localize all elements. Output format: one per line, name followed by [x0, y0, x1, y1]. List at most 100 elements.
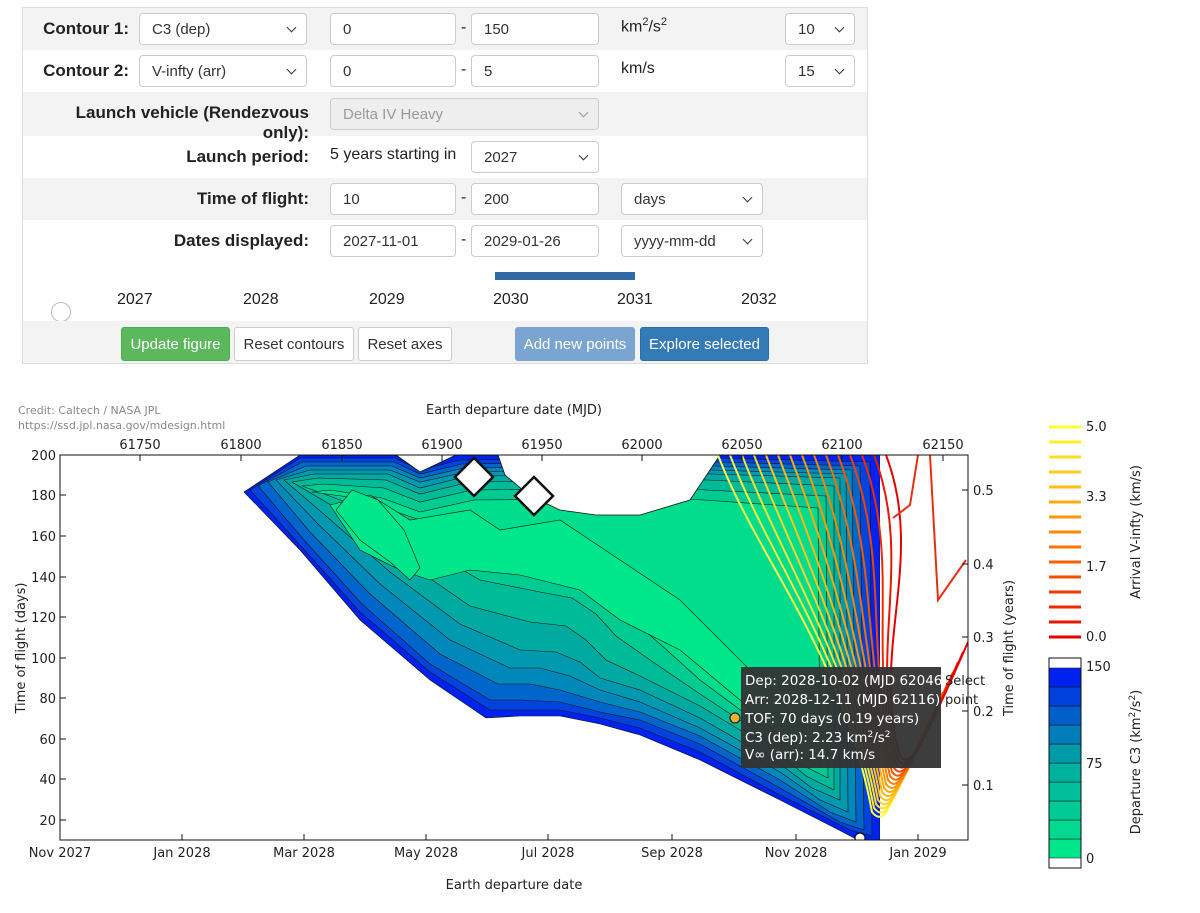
vinf-contour-lines — [717, 455, 968, 818]
tooltip-c3: C3 (dep): 2.23 km2/s2 — [745, 730, 891, 746]
right-tick-label: 0.4 — [973, 558, 994, 573]
explore-selected-button[interactable]: Explore selected — [640, 327, 769, 361]
end-date-input[interactable]: 2029-01-26 — [471, 225, 599, 257]
range-dash: - — [461, 61, 467, 78]
tooltip-tof: TOF: 70 days (0.19 years) — [744, 711, 919, 727]
c3-colorbar-step — [1048, 667, 1082, 688]
update-figure-button[interactable]: Update figure — [121, 327, 230, 361]
vinf-contour-line — [813, 455, 939, 785]
vinf-tick-label: 5.0 — [1086, 420, 1107, 435]
contour2-levels-select[interactable]: 15 — [785, 55, 855, 87]
tooltip-dep: Dep: 2028-10-02 (MJD 62046) — [745, 673, 948, 689]
slider-handle[interactable] — [51, 302, 71, 322]
top-tick-label: 61750 — [119, 438, 160, 453]
slider-year-label: 2030 — [493, 291, 529, 308]
left-tick-label: 160 — [31, 530, 56, 545]
vinf-contour-line — [885, 455, 968, 761]
vinf-contour-line — [765, 455, 919, 802]
c3-contour-layer — [291, 477, 835, 791]
vinf-contour-line — [892, 455, 967, 603]
time-of-flight-row: Time of flight: 10 - 200 days — [23, 178, 867, 220]
left-tick-label: 60 — [39, 733, 56, 748]
left-tick-label: 180 — [31, 489, 56, 504]
contour1-row: Contour 1: C3 (dep) 0 - 150 km2/s2 10 — [23, 8, 867, 50]
launch-period-label: Launch period: — [186, 147, 309, 166]
left-axis-ticks: 200 180 160 140 120 100 80 60 40 20 — [31, 449, 56, 829]
contour2-select[interactable]: V-infty (arr) — [139, 55, 307, 87]
vinf-contour-line — [861, 455, 959, 769]
vinf-contour-line — [789, 455, 929, 793]
launch-period-year-select[interactable]: 2027 — [471, 141, 599, 173]
date-format-select[interactable]: yyyy-mm-dd — [621, 225, 763, 257]
vinf-contour-line — [753, 455, 914, 806]
selected-point-marker[interactable] — [729, 712, 741, 724]
infeasible-region — [497, 455, 721, 516]
c3-colorbar-step — [1048, 819, 1082, 840]
tof-unit-select[interactable]: days — [621, 183, 763, 215]
left-tick-marks — [60, 454, 66, 821]
tof-max-input[interactable]: 200 — [471, 183, 599, 215]
vinf-contour-line — [729, 455, 904, 814]
c3-contour-layer — [329, 494, 811, 746]
c3-colorbar-step — [1048, 705, 1082, 726]
infeasible-region — [880, 455, 968, 840]
contour-area — [243, 455, 968, 843]
bottom-tick-label: Jan 2029 — [888, 846, 946, 861]
contour1-min-input[interactable]: 0 — [330, 13, 456, 45]
diamond-marker[interactable] — [513, 475, 555, 517]
range-dash: - — [461, 189, 467, 206]
contour2-max-input[interactable]: 5 — [471, 55, 599, 87]
launch-vehicle-row: Launch vehicle (Rendezvous only): Delta … — [23, 92, 867, 142]
top-tick-label: 61850 — [321, 438, 362, 453]
bottom-axis-ticks: Nov 2027 Jan 2028 Mar 2028 May 2028 Jul … — [29, 846, 947, 861]
contour1-select[interactable]: C3 (dep) — [139, 13, 307, 45]
tooltip-vinf: V∞ (arr): 14.7 km/s — [745, 747, 875, 763]
right-axis-title: Time of flight (years) — [1002, 580, 1017, 717]
tof-min-input[interactable]: 10 — [330, 183, 456, 215]
contour2-label: Contour 2: — [43, 61, 129, 80]
vinf-contour-line — [801, 455, 934, 789]
vinf-colorbar — [1049, 425, 1081, 639]
contour2-min-input[interactable]: 0 — [330, 55, 456, 87]
left-tick-label: 140 — [31, 571, 56, 586]
c3-contour-layer — [257, 461, 865, 831]
vinf-contour-line — [777, 455, 924, 797]
slider-year-label: 2032 — [741, 291, 777, 308]
c3-colorbar-step — [1048, 800, 1082, 821]
c3-colorbar-frame — [1048, 657, 1082, 869]
bottom-tick-label: Nov 2027 — [29, 846, 92, 861]
contour2-row: Contour 2: V-infty (arr) 0 - 5 km/s 15 — [23, 50, 867, 92]
c3-contour-layer — [301, 483, 829, 779]
vinf-contour-line — [741, 455, 909, 810]
launch-vehicle-select[interactable]: Delta IV Heavy — [330, 98, 599, 130]
point-marker[interactable] — [854, 832, 866, 843]
c3-colorbar-step — [1049, 658, 1081, 668]
slider-selection-bar[interactable] — [495, 272, 635, 280]
top-tick-label: 62050 — [721, 438, 762, 453]
infeasible-region — [395, 455, 457, 473]
select-point-label: Select — [945, 674, 985, 689]
reset-contours-button[interactable]: Reset contours — [234, 327, 354, 361]
reset-axes-button[interactable]: Reset axes — [358, 327, 452, 361]
add-new-points-button[interactable]: Add new points — [515, 327, 635, 361]
bottom-tick-label: Sep 2028 — [641, 846, 703, 861]
vinf-tick-label: 3.3 — [1086, 490, 1107, 505]
vinf-colorbar-ticks: 5.0 3.3 1.7 0.0 — [1086, 420, 1107, 645]
top-axis-ticks: 61750 61800 61850 61900 61950 62000 6205… — [119, 438, 963, 453]
diamond-marker[interactable] — [453, 456, 495, 498]
c3-tick-label: 150 — [1086, 660, 1111, 675]
slider-year-label: 2031 — [617, 291, 653, 308]
left-tick-label: 200 — [31, 449, 56, 464]
contour1-levels-select[interactable]: 10 — [785, 13, 855, 45]
c3-colorbar-step — [1048, 686, 1082, 707]
launch-period-row: Launch period: 5 years starting in 2027 — [23, 136, 867, 178]
top-axis-title: Earth departure date (MJD) — [426, 403, 602, 418]
c3-colorbar-step — [1048, 724, 1082, 745]
vinf-contour-line — [717, 455, 899, 818]
vinf-contour-line — [849, 455, 954, 773]
c3-contour-layer — [267, 465, 857, 823]
contour1-label: Contour 1: — [43, 19, 129, 38]
start-date-input[interactable]: 2027-11-01 — [330, 225, 456, 257]
contour1-max-input[interactable]: 150 — [471, 13, 599, 45]
top-tick-label: 62100 — [821, 438, 862, 453]
